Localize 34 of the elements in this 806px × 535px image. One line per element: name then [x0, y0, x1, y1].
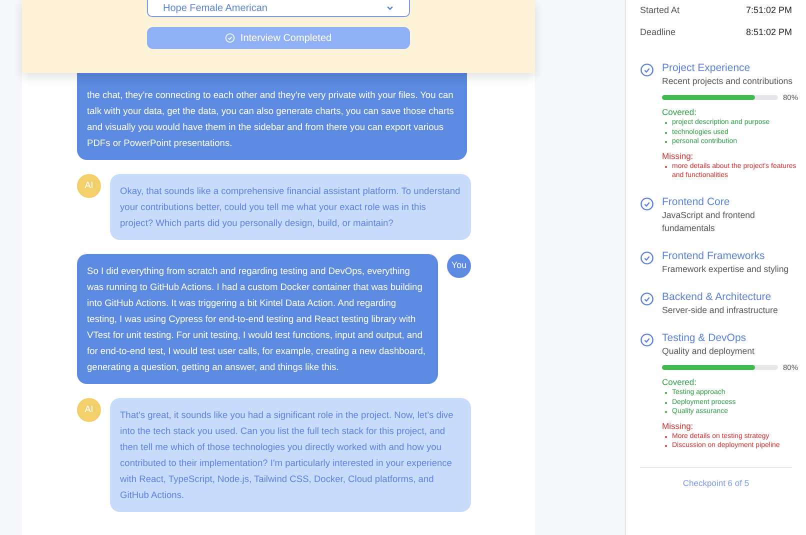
checkpoint-title: Frontend Frameworks	[662, 248, 766, 263]
covered-heading: Covered:	[662, 106, 698, 118]
checkpoint-subtitle: JavaScript and frontend fundamentals	[662, 208, 756, 235]
session-label: Started At	[640, 4, 680, 17]
message-bubble: Okay, that sounds like a comprehensive financial assistant platform. To understand your contributions better, could you tell me what your exact role was in this project? Which parts did you personally design, build, or maintain?	[110, 174, 471, 240]
checkpoint-subtitle: Server-side and infrastructure	[662, 304, 779, 317]
covered-heading: Covered:	[662, 376, 698, 388]
checkpoint-subtitle: Recent projects and contributions	[662, 75, 794, 88]
checkpoint-subtitle: Quality and deployment	[662, 344, 756, 358]
avatar: AI	[77, 174, 101, 198]
session-time: 7:51:02 PM	[746, 4, 792, 17]
missing-heading: Missing:	[662, 420, 694, 432]
chevron-down-icon	[386, 4, 394, 12]
checkpoint-counter: Checkpoint 6 of 5	[682, 476, 750, 490]
checkpoint-title: Testing & DevOps	[662, 330, 748, 345]
message-bubble: That's great, it sounds like you had a significant role in the project. Now, let's dive into the tech stack you used. Can you list the full tech stack for this project, and then tell me which of those technologies you directly worked with and how you contributed to their implementation? I'm particularly interested in your experience with React, TypeScript, Node.js, Tailwind CSS, Docker, Cloud platforms, and GitHub Actions.	[110, 398, 471, 512]
check-circle-icon	[640, 63, 654, 77]
checkpoint-title: Backend & Architecture	[662, 290, 772, 304]
check-circle-icon	[640, 196, 654, 211]
session-label: Deadline	[640, 26, 676, 38]
missing-heading: Missing:	[662, 150, 694, 162]
avatar: AI	[77, 398, 101, 422]
check-circle-icon	[640, 250, 654, 265]
message-bubble: So I did everything from scratch and regarding testing and DevOps, everything was running to GitHub Actions. I had a custom Docker container that was building into GitHub Actions. It was triggering a bit Kintel Data Action. And regarding testing, I was using Cypress for end-to-end testing and React testing library with VTest for unit testing. For unit testing, I would test functions, input and output, and for end-to-end test, I would test user calls, for example, creating a new dashboard, generating a question, getting an answer, and things like this.	[77, 254, 438, 384]
check-circle-icon	[640, 332, 654, 347]
voice-select[interactable]: Hope Female American	[147, 0, 410, 17]
message-bubble: the chat, they're connecting to each other and they're very private with your files. You can talk with your data, get the data, you can also generate charts, you can save those charts and visually you would have them in the sidebar and from there you can export various PDFs or PowerPoint presentations.	[77, 73, 467, 160]
check-circle-icon	[640, 292, 654, 306]
check-circle-icon	[225, 33, 236, 43]
checkpoint-title: Frontend Core	[662, 194, 731, 209]
avatar: You	[447, 254, 471, 278]
checkpoint-title: Project Experience	[662, 61, 752, 75]
session-time: 8:51:02 PM	[746, 26, 792, 38]
checkpoint-subtitle: Framework expertise and styling	[662, 262, 790, 276]
